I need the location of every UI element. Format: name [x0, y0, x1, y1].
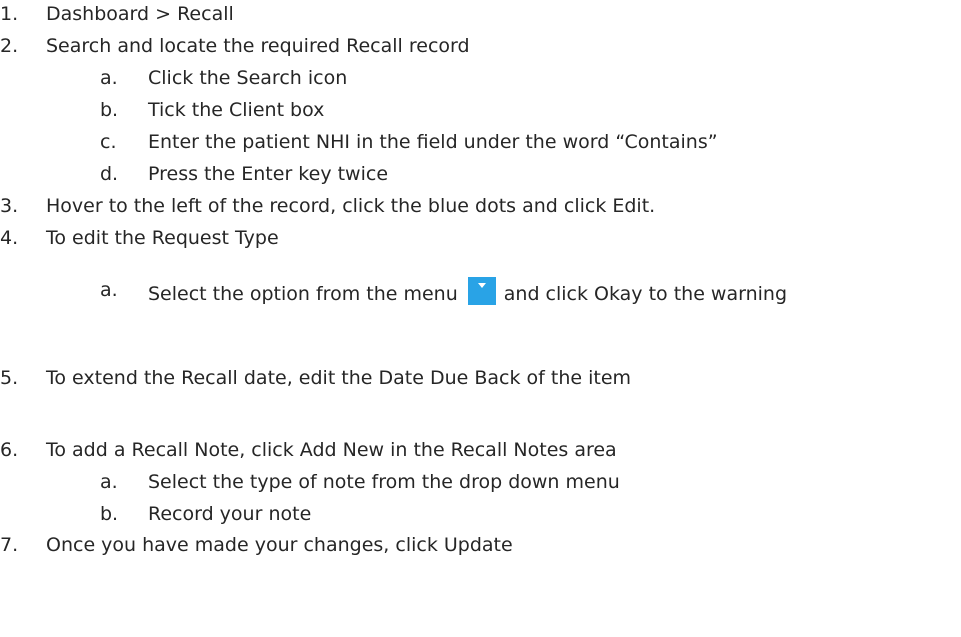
substep-text: Click the Search icon	[148, 67, 348, 89]
step-text: Search and locate the required Recall re…	[46, 35, 470, 57]
step-number: 3.	[0, 195, 19, 217]
step-number: 1.	[0, 3, 19, 25]
substep-letter: a.	[100, 279, 118, 301]
substep-letter: b.	[100, 503, 119, 525]
step-text: Once you have made your changes, click U…	[46, 534, 513, 556]
step-text: To extend the Recall date, edit the Date…	[46, 367, 632, 389]
step-number: 5.	[0, 367, 19, 389]
step-text: Hover to the left of the record, click t…	[46, 195, 656, 217]
step-text: To add a Recall Note, click Add New in t…	[46, 439, 617, 461]
step-number: 2.	[0, 35, 19, 57]
substep-text: Press the Enter key twice	[148, 163, 389, 185]
substep-letter: a.	[100, 67, 118, 89]
substep-letter: a.	[100, 471, 118, 493]
step-number: 6.	[0, 439, 19, 461]
substep-text: Enter the patient NHI in the field under…	[148, 131, 718, 153]
substep-text-before: Select the option from the menu	[148, 283, 458, 305]
step-text: Dashboard > Recall	[46, 3, 234, 25]
substep-text: Select the type of note from the drop do…	[148, 471, 620, 493]
substep-text: Tick the Client box	[148, 99, 325, 121]
substep-letter: c.	[100, 131, 117, 153]
step-number: 7.	[0, 534, 19, 556]
dropdown-arrow-icon	[467, 277, 496, 305]
step-number: 4.	[0, 227, 19, 249]
substep-text: Select the option from the menu and click…	[148, 277, 787, 307]
substep-letter: b.	[100, 99, 119, 121]
substep-text: Record your note	[148, 503, 312, 525]
substep-letter: d.	[100, 163, 119, 185]
substep-text-after: and click Okay to the warning	[503, 283, 788, 305]
step-text: To edit the Request Type	[46, 227, 279, 249]
